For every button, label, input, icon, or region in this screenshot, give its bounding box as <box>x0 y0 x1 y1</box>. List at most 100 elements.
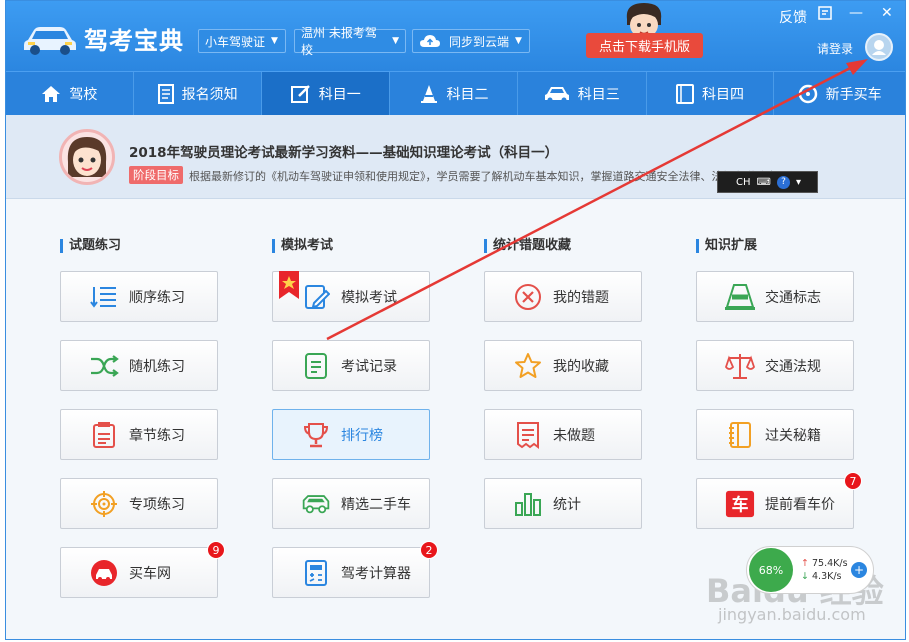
chapter-practice-button[interactable]: 章节练习 <box>60 409 218 460</box>
trophy-icon <box>301 420 331 450</box>
ime-menu-icon[interactable]: ▾ <box>796 177 801 188</box>
calculator-badge: 2 <box>420 541 438 559</box>
my-wrong-button[interactable]: 我的错题 <box>484 271 642 322</box>
skin-icon[interactable] <box>818 6 832 24</box>
button-label: 交通标志 <box>765 289 821 306</box>
keyboard-icon[interactable]: ⌨ <box>757 177 771 188</box>
license-dropdown-label: 小车驾驶证 <box>205 34 266 49</box>
section-knowledge: 知识扩展 <box>696 239 757 253</box>
traffic-sign-icon <box>725 282 755 312</box>
network-speed: ↑ 75.4K/s ↓ 4.3K/s <box>801 557 848 583</box>
minimize-icon[interactable]: — <box>849 5 863 21</box>
button-label: 提前看车价 <box>765 496 835 513</box>
cloud-icon <box>420 35 440 47</box>
chevron-down-icon: ▼ <box>271 36 278 46</box>
help-icon[interactable]: ? <box>776 175 790 189</box>
list-icon <box>89 282 119 312</box>
tab-subject-3[interactable]: 科目三 <box>518 72 647 116</box>
ime-toolbar[interactable]: CH ⌨ ? ▾ <box>717 171 818 193</box>
notebook-icon <box>725 420 755 450</box>
used-car-button[interactable]: 精选二手车 <box>272 478 430 529</box>
my-favorites-button[interactable]: 我的收藏 <box>484 340 642 391</box>
record-icon <box>301 351 331 381</box>
tab-subject-4[interactable]: 科目四 <box>647 72 775 116</box>
button-label: 买车网 <box>129 565 171 582</box>
tab-registration[interactable]: 报名须知 <box>134 72 263 116</box>
sync-label: 同步到云端 <box>449 34 510 49</box>
main-nav: 驾校 报名须知 科目一 科目二 科目三 科目四 新手买车 <box>6 71 905 116</box>
tab-label: 科目一 <box>318 87 361 103</box>
chevron-down-icon: ▼ <box>515 36 522 46</box>
user-icon <box>872 40 886 55</box>
upload-speed: 75.4K/s <box>812 558 848 569</box>
button-label: 模拟考试 <box>341 289 397 306</box>
tab-driving-school[interactable]: 驾校 <box>6 72 134 116</box>
exam-record-button[interactable]: 考试记录 <box>272 340 430 391</box>
button-label: 未做题 <box>553 427 595 444</box>
stage-goal-tag: 阶段目标 <box>129 166 183 184</box>
book-icon <box>675 84 694 104</box>
feedback-link[interactable]: 反馈 <box>779 7 807 27</box>
sync-cloud-button[interactable]: 同步到云端 ▼ <box>412 29 530 53</box>
chevron-down-icon: ▼ <box>392 36 399 46</box>
leaderboard-button[interactable]: 排行榜 <box>272 409 430 460</box>
car-icon <box>544 87 569 103</box>
baidu-watermark-url: jingyan.baidu.com <box>718 605 866 624</box>
network-add-icon[interactable]: + <box>851 562 867 578</box>
star-icon <box>513 351 543 381</box>
download-mobile-button[interactable]: 点击下载手机版 <box>586 33 703 58</box>
section-mock-exam: 模拟考试 <box>272 239 333 253</box>
button-label: 专项练习 <box>129 496 185 513</box>
wrong-icon <box>513 282 543 312</box>
tab-label: 科目四 <box>701 87 744 103</box>
sequential-practice-button[interactable]: 顺序练习 <box>60 271 218 322</box>
calculator-button[interactable]: 驾考计算器 <box>272 547 430 598</box>
user-avatar[interactable] <box>865 33 893 61</box>
close-icon[interactable]: ✕ <box>881 5 893 21</box>
shuffle-icon <box>89 351 119 381</box>
school-dropdown[interactable]: 温州 未报考驾校 ▼ <box>294 26 406 57</box>
teacher-avatar <box>59 129 115 185</box>
tab-label: 科目二 <box>446 87 489 103</box>
svg-text:车: 车 <box>732 494 749 514</box>
traffic-signs-button[interactable]: 交通标志 <box>696 271 854 322</box>
buy-car-site-button[interactable]: 买车网 <box>60 547 218 598</box>
app-logo: 驾考宝典 <box>22 21 184 56</box>
network-monitor[interactable]: 68% ↑ 75.4K/s ↓ 4.3K/s + <box>746 546 874 594</box>
button-label: 我的错题 <box>553 289 609 306</box>
scale-icon <box>725 351 755 381</box>
traffic-laws-button[interactable]: 交通法规 <box>696 340 854 391</box>
car-price-icon: 车 <box>725 489 755 519</box>
tab-subject-2[interactable]: 科目二 <box>390 72 518 116</box>
tab-new-car[interactable]: 新手买车 <box>774 72 905 116</box>
car-price-badge: 7 <box>844 472 862 490</box>
button-label: 随机练习 <box>129 358 185 375</box>
tab-subject-1[interactable]: 科目一 <box>262 72 391 116</box>
cone-icon <box>420 85 437 103</box>
banner-title: 2018年驾驶员理论考试最新学习资料——基础知识理论考试（科目一） <box>129 145 559 161</box>
random-practice-button[interactable]: 随机练习 <box>60 340 218 391</box>
used-car-icon <box>301 489 331 519</box>
statistics-button[interactable]: 统计 <box>484 478 642 529</box>
target-icon <box>89 489 119 519</box>
header: 驾考宝典 小车驾驶证 ▼ 温州 未报考驾校 ▼ 同步到云端 ▼ 点击下载手机版 … <box>6 1 905 71</box>
buy-car-icon <box>89 558 119 588</box>
ime-language[interactable]: CH <box>736 177 751 188</box>
mock-exam-icon <box>301 282 331 312</box>
app-window: 驾考宝典 小车驾驶证 ▼ 温州 未报考驾校 ▼ 同步到云端 ▼ 点击下载手机版 … <box>5 0 906 640</box>
login-link[interactable]: 请登录 <box>817 40 853 57</box>
tab-label: 驾校 <box>69 87 98 103</box>
car-price-button[interactable]: 车 提前看车价 <box>696 478 854 529</box>
pass-tips-button[interactable]: 过关秘籍 <box>696 409 854 460</box>
undone-questions-button[interactable]: 未做题 <box>484 409 642 460</box>
button-label: 我的收藏 <box>553 358 609 375</box>
calculator-icon <box>301 558 331 588</box>
button-label: 驾考计算器 <box>341 565 411 582</box>
special-practice-button[interactable]: 专项练习 <box>60 478 218 529</box>
license-dropdown[interactable]: 小车驾驶证 ▼ <box>198 29 286 53</box>
button-label: 章节练习 <box>129 427 185 444</box>
tab-label: 科目三 <box>577 87 620 103</box>
tab-label: 报名须知 <box>181 87 238 103</box>
home-icon <box>42 86 61 102</box>
upload-arrow-icon: ↑ <box>801 558 809 569</box>
